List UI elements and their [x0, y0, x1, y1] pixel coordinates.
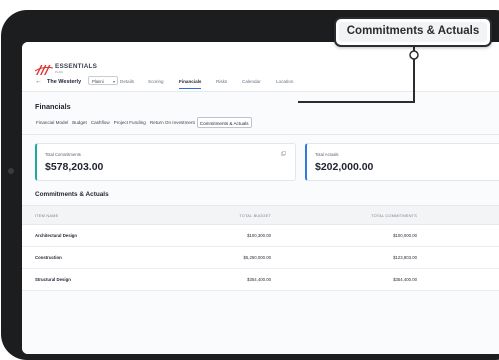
card-label: Total Actuals — [315, 152, 339, 157]
logo-text: ESSENTIALS — [55, 63, 98, 70]
table-row[interactable]: Architectural Design $100,300.00 $100,00… — [22, 225, 499, 247]
chevron-down-icon: ▾ — [112, 79, 115, 84]
camera-dot — [8, 168, 14, 174]
callout-box: Commitments & Actuals — [334, 17, 492, 47]
card-value: $202,000.00 — [315, 161, 374, 173]
subtab-return-on-investment[interactable]: Return On Investment — [148, 117, 197, 128]
total-commitments-card: Total Commitments $578,203.00 — [35, 143, 296, 181]
subtabs-divider — [22, 134, 499, 135]
tab-risks[interactable]: Risks — [216, 79, 227, 84]
phase-select-value: Planni — [92, 79, 104, 84]
tab-scoring[interactable]: Scoring — [148, 79, 164, 84]
item-name: Architectural Design — [35, 233, 78, 238]
phase-select[interactable]: Planni ▾ — [88, 76, 118, 85]
tab-calendar[interactable]: Calendar — [242, 79, 261, 84]
card-value: $578,203.00 — [45, 161, 104, 173]
item-commitments: $354,400.00 — [393, 277, 417, 282]
subtab-financial-model[interactable]: Financial Model — [34, 117, 70, 128]
back-arrow-icon[interactable]: ← — [35, 78, 42, 85]
app-logo[interactable]: ESSENTIALS PLAN — [35, 62, 105, 76]
tab-financials[interactable]: Financials — [179, 79, 201, 84]
card-label: Total Commitments — [45, 152, 81, 157]
section-title: Commitments & Actuals — [35, 191, 109, 198]
top-bar: ESSENTIALS PLAN ← The Westerly Planni ▾ … — [22, 42, 499, 92]
column-header-total-commitments[interactable]: TOTAL COMMITMENTS — [371, 213, 417, 218]
logo-mark-icon — [35, 65, 54, 75]
table-row[interactable]: Construction $5,250,000.00 $123,803.00 — [22, 247, 499, 269]
total-actuals-card: Total Actuals $202,000.00 — [305, 143, 499, 181]
column-header-item-name[interactable]: ITEM NAME — [35, 213, 58, 218]
item-commitments: $100,000.00 — [393, 233, 417, 238]
tab-details[interactable]: Details — [120, 79, 134, 84]
app-screen: ESSENTIALS PLAN ← The Westerly Planni ▾ … — [22, 42, 499, 354]
item-budget: $100,300.00 — [247, 233, 271, 238]
copy-icon[interactable] — [281, 151, 286, 156]
subtab-cashflow[interactable]: Cashflow — [89, 117, 112, 128]
active-tab-indicator — [179, 88, 201, 90]
project-name: The Westerly — [47, 79, 82, 85]
column-header-total-budget[interactable]: TOTAL BUDGET — [239, 213, 271, 218]
item-budget: $5,250,000.00 — [243, 255, 271, 260]
table-header: ITEM NAME TOTAL BUDGET TOTAL COMMITMENTS — [22, 205, 499, 225]
logo-subtext: PLAN — [55, 70, 63, 74]
item-name: Structural Design — [35, 277, 71, 282]
page-title: Financials — [35, 102, 71, 111]
item-budget: $354,400.00 — [247, 277, 271, 282]
financials-subtabs: Financial Model Budget Cashflow Project … — [34, 117, 252, 128]
callout-label: Commitments & Actuals — [346, 25, 480, 37]
item-name: Construction — [35, 255, 62, 260]
tablet-frame: ESSENTIALS PLAN ← The Westerly Planni ▾ … — [1, 10, 499, 360]
tab-location[interactable]: Location — [276, 79, 293, 84]
item-commitments: $123,803.00 — [393, 255, 417, 260]
table-row[interactable]: Structural Design $354,400.00 $354,400.0… — [22, 269, 499, 291]
subtab-commitments-actuals[interactable]: Commitments & Actuals — [196, 117, 252, 128]
subtab-budget[interactable]: Budget — [70, 117, 89, 128]
subtab-project-funding[interactable]: Project Funding — [112, 117, 148, 128]
